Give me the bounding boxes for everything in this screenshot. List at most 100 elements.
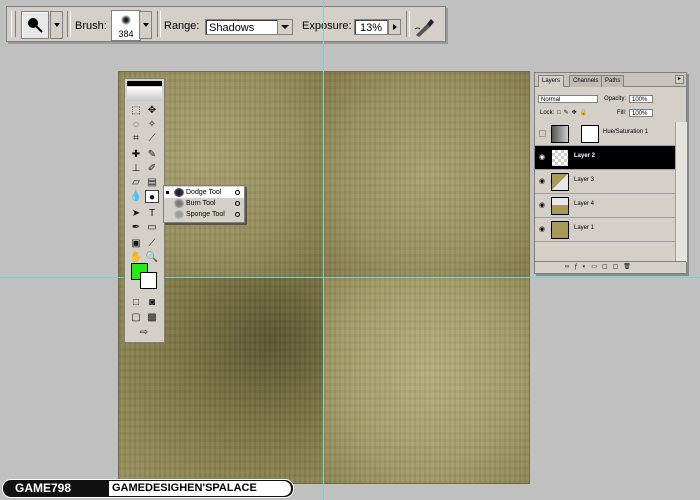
layer-name: Layer 2 xyxy=(574,153,596,159)
eyedropper-icon[interactable]: ⟋ xyxy=(145,237,159,250)
layer-row-selected[interactable]: ◉ Layer 2 xyxy=(535,146,675,170)
layer-row[interactable]: ◉ Layer 1 xyxy=(535,218,675,242)
watermark-banner: GAME798 GAMEDESIGHEN'SPALACE xyxy=(2,479,294,498)
layers-palette: Layers Channels Paths ▸ Normal Opacity: … xyxy=(534,72,687,274)
feather-logo[interactable] xyxy=(127,87,162,101)
adjustment-thumbnail xyxy=(551,125,569,143)
brush-tool-icon[interactable]: ✎ xyxy=(145,148,159,161)
notes-tool-icon[interactable]: ▣ xyxy=(129,237,143,250)
screen-mode-icon[interactable]: ▢ xyxy=(129,311,143,324)
shortcut-circle-icon xyxy=(235,190,240,195)
range-select[interactable]: Shadows xyxy=(205,19,293,35)
layer-row[interactable]: Hue/Saturation 1 xyxy=(535,122,675,146)
layer-mask-thumbnail xyxy=(581,125,599,143)
banner-right-text: GAMEDESIGHEN'SPALACE xyxy=(112,482,257,494)
layer-row[interactable]: ◉ Layer 4 xyxy=(535,194,675,218)
range-label: Range: xyxy=(164,20,200,32)
visibility-toggle[interactable] xyxy=(539,130,546,137)
layer-action-icons[interactable]: ∞ƒ◐▭▢▢🗑 xyxy=(565,263,636,270)
pen-tool-icon[interactable]: ✒ xyxy=(129,221,143,234)
flyout-item-label: Burn Tool xyxy=(186,200,216,207)
shortcut-circle-icon xyxy=(235,201,240,206)
tool-preset-dropdown[interactable] xyxy=(50,11,63,39)
texture-tile xyxy=(324,278,529,483)
eye-icon[interactable]: ◉ xyxy=(539,178,546,185)
exposure-slider-button[interactable] xyxy=(388,19,401,35)
shortcut-circle-icon xyxy=(235,212,240,217)
brush-label: Brush: xyxy=(75,20,107,32)
options-bar: Brush: 384 Range: Shadows Exposure: 13% xyxy=(6,6,446,42)
layer-name: Layer 3 xyxy=(574,177,595,183)
clone-stamp-icon[interactable]: ⊥ xyxy=(129,162,143,175)
layers-scrollbar[interactable] xyxy=(675,122,687,262)
eraser-tool-icon[interactable]: ▱ xyxy=(129,176,143,189)
brush-size: 384 xyxy=(118,29,134,39)
eye-icon[interactable]: ◉ xyxy=(539,202,546,209)
exposure-input[interactable]: 13% xyxy=(354,19,388,35)
layers-footer: ∞ƒ◐▭▢▢🗑 xyxy=(535,261,686,273)
separator xyxy=(157,11,161,37)
fullscreen-mode-icon[interactable]: ▩ xyxy=(145,311,159,324)
range-value: Shadows xyxy=(209,22,255,34)
layer-row[interactable]: ◉ Layer 3 xyxy=(535,170,675,194)
options-bar-grip[interactable] xyxy=(11,11,16,37)
move-tool-icon[interactable]: ✥ xyxy=(145,104,159,117)
lasso-tool-icon[interactable]: ◌ xyxy=(129,118,143,131)
jump-to-imageready-icon[interactable]: ⇨ xyxy=(137,326,151,339)
palette-tabs: Layers Channels Paths ▸ xyxy=(535,73,686,87)
tab-channels[interactable]: Channels xyxy=(569,75,603,87)
exposure-label: Exposure: xyxy=(302,20,352,32)
slice-tool-icon[interactable]: ⟋ xyxy=(145,132,159,145)
magic-wand-icon[interactable]: ✧ xyxy=(145,118,159,131)
dodge-tool-icon xyxy=(174,188,184,197)
flyout-item-sponge[interactable]: Sponge Tool xyxy=(164,209,244,220)
lock-icons[interactable]: □✎✥🔒 xyxy=(557,109,590,116)
brush-tip-icon xyxy=(121,15,131,25)
flyout-item-dodge[interactable]: Dodge Tool xyxy=(164,187,244,198)
type-tool-icon[interactable]: T xyxy=(145,207,159,220)
tab-paths[interactable]: Paths xyxy=(601,75,625,87)
burn-tool-icon xyxy=(174,199,184,208)
chevron-down-icon[interactable] xyxy=(277,20,292,34)
eye-icon[interactable]: ◉ xyxy=(539,226,546,233)
flyout-item-label: Sponge Tool xyxy=(186,211,225,218)
crop-tool-icon[interactable]: ⌗ xyxy=(129,132,143,145)
tool-preset-picker[interactable] xyxy=(21,11,49,39)
shape-tool-icon[interactable]: ▭ xyxy=(145,221,159,234)
layer-thumbnail xyxy=(551,197,569,215)
vertical-guide[interactable] xyxy=(323,0,324,500)
background-color-swatch[interactable] xyxy=(140,272,157,289)
brush-preset-picker[interactable]: 384 xyxy=(111,10,141,41)
opacity-input[interactable]: 100% xyxy=(629,95,653,103)
airbrush-icon[interactable] xyxy=(413,17,435,37)
tab-layers[interactable]: Layers xyxy=(538,75,565,87)
flyout-item-burn[interactable]: Burn Tool xyxy=(164,198,244,209)
dodge-tool-icon xyxy=(28,18,43,33)
dodge-tool-icon[interactable]: ● xyxy=(145,190,159,203)
brush-dropdown[interactable] xyxy=(139,11,152,39)
flyout-item-label: Dodge Tool xyxy=(186,189,222,196)
fill-input[interactable]: 100% xyxy=(629,109,653,117)
lock-label: Lock: xyxy=(540,110,555,116)
layer-thumbnail xyxy=(551,221,569,239)
separator xyxy=(406,11,410,37)
quick-mask-icon[interactable]: ◙ xyxy=(145,296,159,309)
horizontal-guide[interactable] xyxy=(0,277,700,278)
standard-mode-icon[interactable]: □ xyxy=(129,296,143,309)
sponge-tool-icon xyxy=(174,210,184,219)
palette-title-bar[interactable] xyxy=(127,81,162,86)
marquee-tool-icon[interactable]: ⬚ xyxy=(129,104,143,117)
history-brush-icon[interactable]: ✐ xyxy=(145,162,159,175)
blend-mode-select[interactable]: Normal xyxy=(538,95,598,103)
gradient-tool-icon[interactable]: ▤ xyxy=(145,176,159,189)
texture-tile xyxy=(324,72,529,278)
banner-left-text: GAME798 xyxy=(15,481,72,495)
layer-name: Hue/Saturation 1 xyxy=(603,129,649,135)
path-selection-icon[interactable]: ➤ xyxy=(129,207,143,220)
palette-menu-icon[interactable]: ▸ xyxy=(675,75,684,84)
eye-icon[interactable]: ◉ xyxy=(539,154,546,161)
selected-marker xyxy=(166,191,169,194)
healing-brush-icon[interactable]: ✚ xyxy=(129,148,143,161)
layer-name: Layer 4 xyxy=(574,201,595,207)
blur-tool-icon[interactable]: 💧 xyxy=(129,190,143,203)
